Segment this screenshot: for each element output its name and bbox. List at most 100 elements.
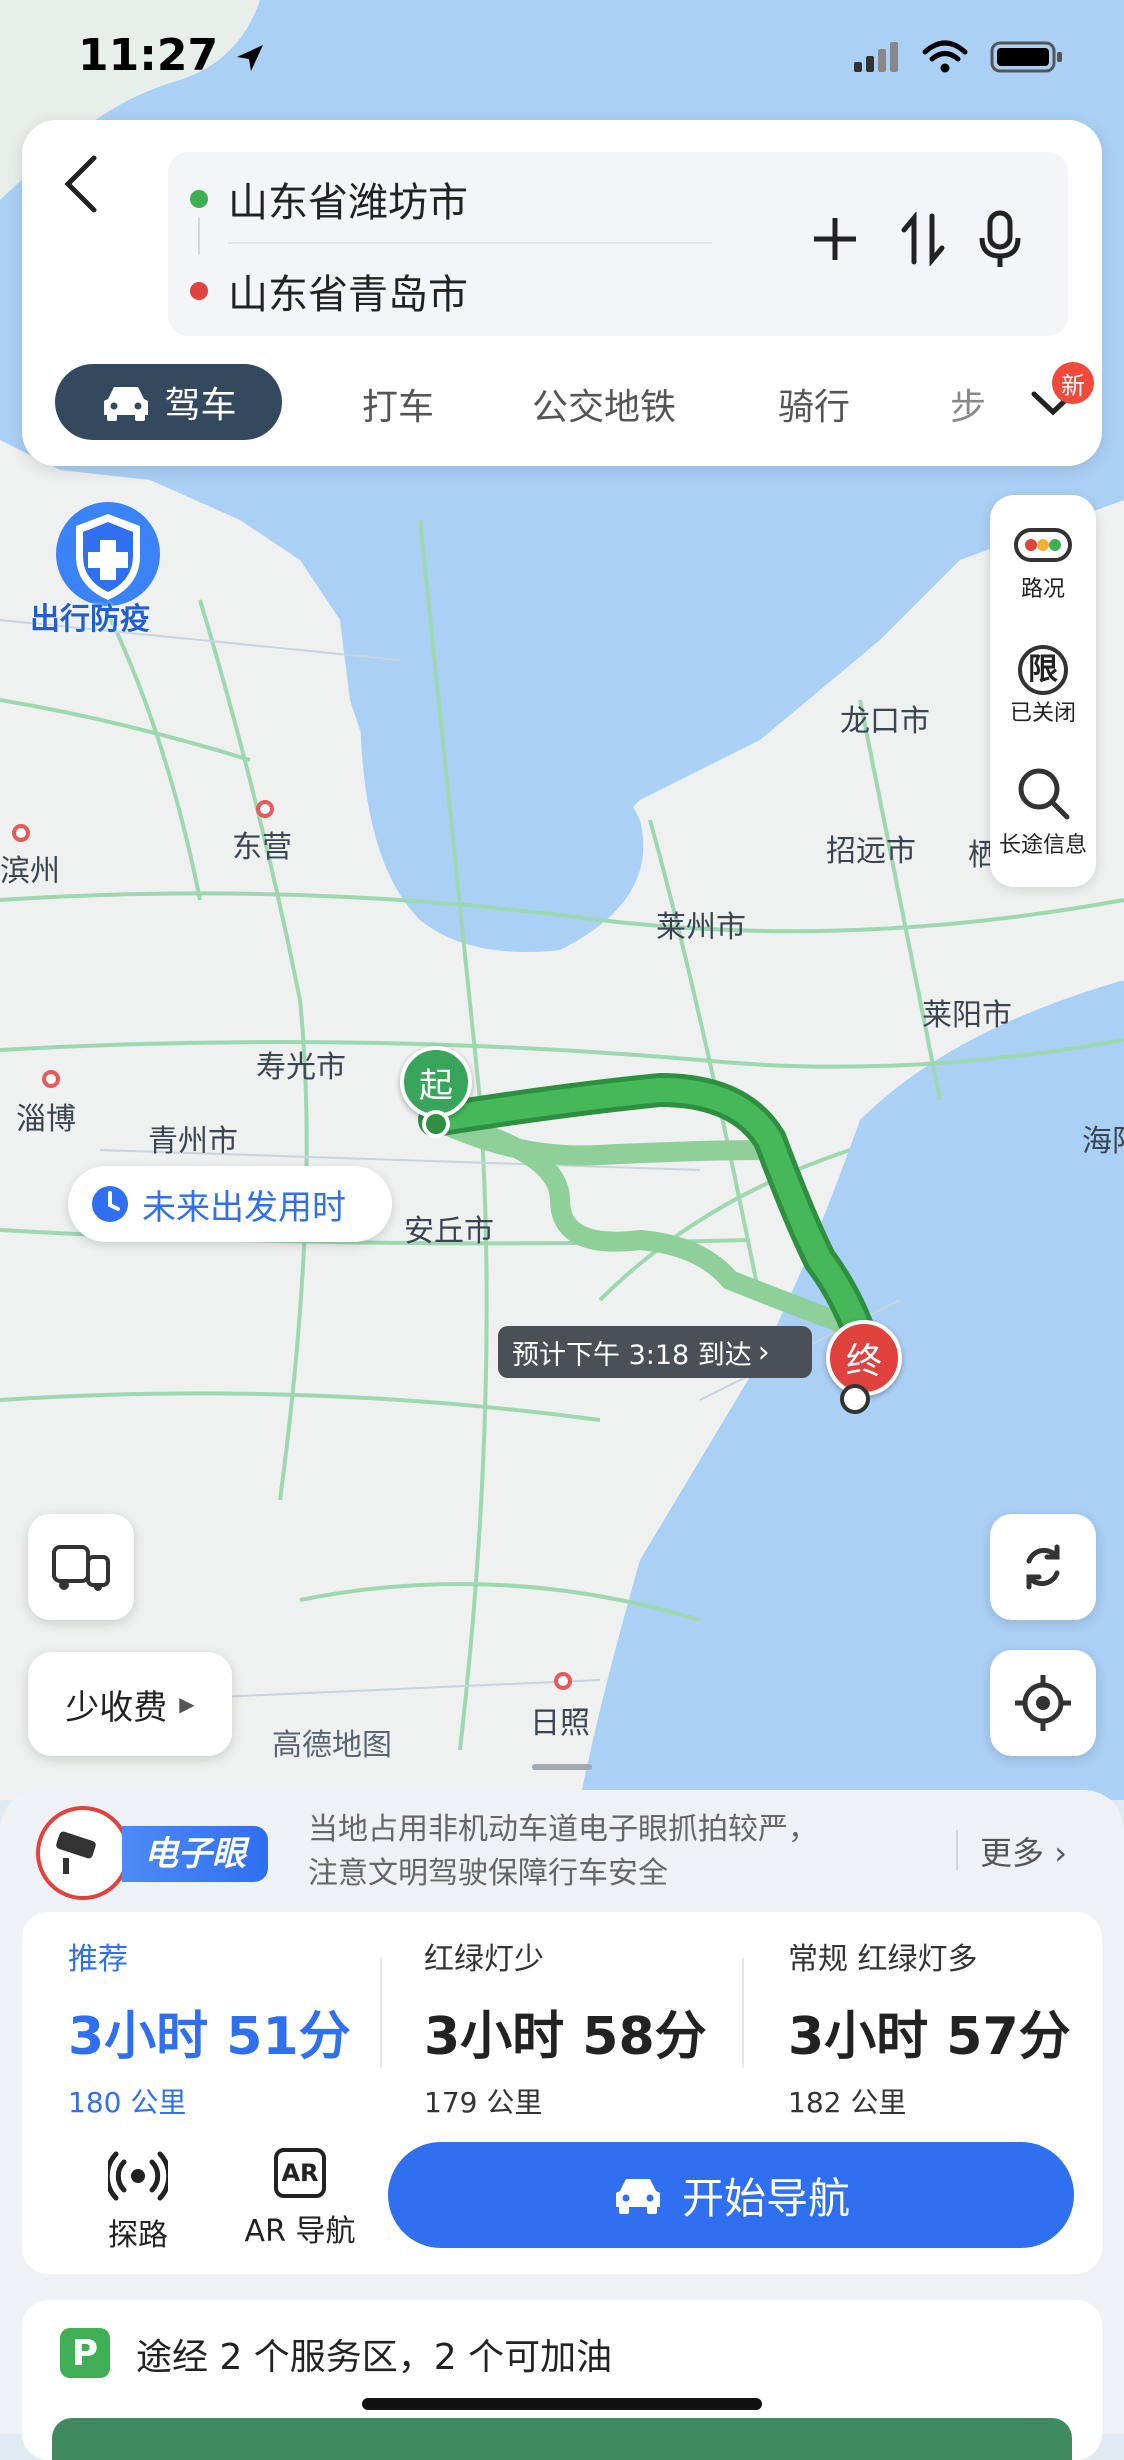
- search-icon: [1018, 768, 1070, 820]
- refresh-button[interactable]: [990, 1514, 1096, 1620]
- route-option-regular[interactable]: 常规 红绿灯多 3小时 57分 182 公里: [788, 1934, 1071, 2121]
- restriction-toggle[interactable]: 限 已关闭: [990, 645, 1096, 727]
- truck-mode-button[interactable]: [28, 1514, 134, 1620]
- amap-watermark: 高德地图: [272, 1728, 392, 1763]
- long-trip-info[interactable]: 长途信息: [990, 765, 1096, 859]
- eta-label[interactable]: 预计下午 3:18 到达 ›: [498, 1326, 812, 1378]
- tab-bike[interactable]: 骑行: [778, 378, 850, 430]
- map-label-laizhou: 莱州市: [656, 910, 746, 945]
- camera-icon: [36, 1806, 130, 1900]
- chevron-right-icon: ›: [1054, 1834, 1067, 1872]
- route-divider: [228, 242, 712, 244]
- wifi-icon: [922, 40, 968, 73]
- map-label-qingzhou: 青州市: [148, 1124, 238, 1159]
- route-duration: 3小时 57分: [788, 2007, 1071, 2067]
- origin-field[interactable]: 山东省潍坊市: [228, 170, 468, 228]
- chevron-right-icon: ›: [757, 1334, 770, 1370]
- chevron-left-icon: [64, 155, 97, 213]
- start-navigation-button[interactable]: 开始导航: [388, 2142, 1074, 2248]
- city-dot: [256, 800, 274, 818]
- city-dot: [42, 1070, 60, 1088]
- start-point: [422, 1110, 450, 1138]
- option-divider: [380, 1958, 382, 2068]
- locate-button[interactable]: [990, 1650, 1096, 1756]
- electronic-eye-notice[interactable]: 电子眼 当地占用非机动车道电子眼抓拍较严， 注意文明驾驶保障行车安全 更多 ›: [36, 1800, 1096, 1904]
- epidemic-label: 出行防疫: [30, 602, 150, 637]
- add-waypoint-button[interactable]: [810, 214, 860, 268]
- tab-transit[interactable]: 公交地铁: [532, 378, 676, 430]
- swap-icon: [901, 211, 945, 267]
- route-duration: 3小时 51分: [68, 2007, 351, 2067]
- eta-text: 预计下午 3:18 到达: [512, 1339, 752, 1371]
- sheet-handle[interactable]: [532, 1764, 592, 1770]
- restriction-label: 已关闭: [1009, 701, 1076, 726]
- start-marker[interactable]: 起: [400, 1046, 472, 1118]
- new-badge: 新: [1052, 362, 1094, 404]
- start-navigation-label: 开始导航: [681, 2173, 850, 2223]
- tab-drive-label: 驾车: [164, 385, 237, 426]
- route-connector: [198, 218, 200, 254]
- destination-dot: [190, 282, 208, 300]
- explore-label: 探路: [108, 2218, 168, 2253]
- epidemic-badge[interactable]: 出行防疫: [30, 500, 178, 640]
- notice-line-2: 注意文明驾驶保障行车安全: [308, 1856, 668, 1891]
- traffic-toggle[interactable]: 路况: [990, 525, 1096, 603]
- notice-divider: [956, 1830, 958, 1870]
- ar-nav-button[interactable]: AR AR 导航: [220, 2148, 380, 2250]
- map-label-rizhao: 日照: [530, 1706, 590, 1741]
- route-distance: 180 公里: [68, 2086, 187, 2119]
- cellular-signal-icon: [854, 42, 898, 72]
- swap-route-button[interactable]: [900, 211, 946, 270]
- notice-more-button[interactable]: 更多 ›: [980, 1828, 1067, 1874]
- map-label-zibo: 淄博: [16, 1102, 76, 1137]
- back-button[interactable]: [60, 152, 104, 220]
- locate-icon: [1015, 1675, 1071, 1731]
- traffic-label: 路况: [1020, 577, 1065, 602]
- route-option-recommended[interactable]: 推荐 3小时 51分 180 公里: [68, 1934, 351, 2121]
- home-indicator: [362, 2398, 762, 2410]
- route-tag: 推荐: [68, 1942, 128, 1977]
- less-toll-button[interactable]: 少收费 ▶: [28, 1652, 232, 1756]
- plus-icon: [814, 218, 856, 260]
- notice-line-1: 当地占用非机动车道电子眼抓拍较严，: [308, 1812, 818, 1847]
- refresh-icon: [1026, 1544, 1060, 1590]
- service-area-card[interactable]: P 途经 2 个服务区，2 个可加油: [22, 2300, 1102, 2460]
- status-icons: [852, 40, 1064, 74]
- voice-input-button[interactable]: [978, 210, 1022, 274]
- restriction-icon: 限: [1018, 645, 1068, 695]
- route-distance: 179 公里: [424, 2086, 543, 2119]
- map-label-binzhou: 滨州: [0, 854, 60, 889]
- route-tag: 常规 红绿灯多: [788, 1942, 978, 1977]
- tab-taxi[interactable]: 打车: [362, 378, 434, 430]
- electronic-eye-badge: 电子眼: [122, 1826, 268, 1882]
- truck-icon: [52, 1545, 110, 1591]
- play-icon: ▶: [179, 1692, 195, 1716]
- map-label-anqiu: 安丘市: [404, 1214, 494, 1249]
- microphone-icon: [979, 210, 1021, 267]
- parking-icon: P: [60, 2328, 110, 2378]
- traffic-light-icon: [1014, 528, 1072, 562]
- route-option-fewer-lights[interactable]: 红绿灯少 3小时 58分 179 公里: [424, 1934, 707, 2121]
- notice-more-label: 更多: [980, 1834, 1045, 1872]
- end-marker[interactable]: 终: [826, 1320, 902, 1396]
- map-label-laiyang: 莱阳市: [922, 998, 1012, 1033]
- future-departure-button[interactable]: 未来出发用时: [68, 1166, 392, 1242]
- end-point: [840, 1384, 870, 1414]
- tab-drive[interactable]: 驾车: [55, 364, 282, 440]
- explore-button[interactable]: 探路: [78, 2148, 198, 2254]
- less-toll-label: 少收费: [65, 1687, 168, 1728]
- service-area-strip: [52, 2418, 1072, 2460]
- battery-icon: [990, 41, 1062, 73]
- ar-icon: AR: [274, 2148, 326, 2198]
- ar-nav-label: AR 导航: [244, 2214, 356, 2249]
- location-arrow-icon: [237, 45, 264, 71]
- car-icon: [615, 2179, 660, 2214]
- car-icon: [104, 387, 149, 421]
- status-time: 11:27: [78, 30, 267, 81]
- route-tag: 红绿灯少: [424, 1942, 544, 1977]
- clock-icon: [92, 1186, 128, 1222]
- map-label-shouguang: 寿光市: [256, 1050, 346, 1085]
- destination-field[interactable]: 山东省青岛市: [228, 262, 468, 320]
- tab-walk[interactable]: 步: [950, 378, 986, 430]
- map-label-zhaoyuan: 招远市: [826, 834, 916, 869]
